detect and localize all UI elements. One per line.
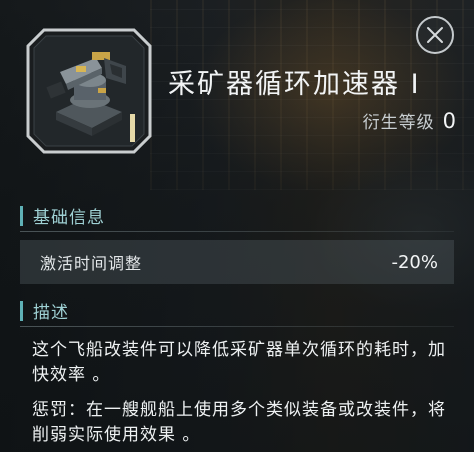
meta-level: 衍生等级 0: [363, 108, 456, 133]
description-text: 这个飞船改装件可以降低采矿器单次循环的耗时，加快效率 。: [32, 340, 446, 385]
stat-label: 激活时间调整: [40, 254, 143, 273]
item-title: 采矿器循环加速器 I: [168, 69, 421, 100]
close-x-icon: [427, 27, 443, 43]
section-marker: [20, 300, 23, 321]
mining-turret-module-icon: [26, 28, 152, 154]
section-title: 基础信息: [33, 208, 105, 228]
section-divider: [20, 231, 454, 232]
section-title: 描述: [33, 303, 69, 323]
meta-level-value: 0: [442, 109, 456, 133]
stat-row: 激活时间调整 -20%: [20, 240, 454, 284]
stat-value: -20%: [391, 251, 438, 273]
section-divider: [20, 326, 454, 327]
section-basic-info[interactable]: 基础信息: [20, 203, 105, 228]
section-marker: [20, 205, 23, 226]
meta-level-label: 衍生等级: [362, 113, 435, 133]
item-icon-frame: [26, 28, 152, 154]
penalty-text: 惩罚：在一艘舰船上使用多个类似装备或改装件，将削弱实际使用效果 。: [32, 400, 446, 445]
close-button[interactable]: [416, 16, 454, 54]
section-description[interactable]: 描述: [20, 298, 69, 323]
